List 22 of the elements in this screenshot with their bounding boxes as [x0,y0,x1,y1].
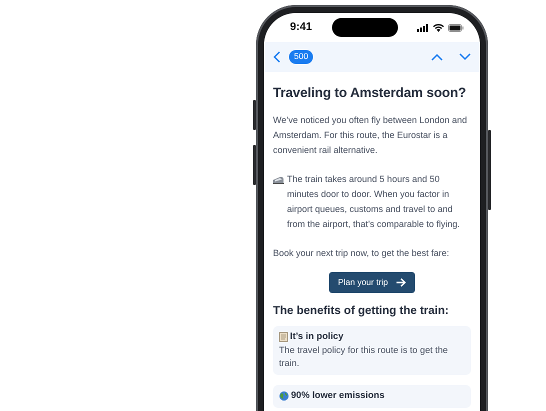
status-time: 9:41 [290,20,312,36]
arrow-right-icon [396,278,406,287]
benefit-text: The travel policy for this route is to get the train. [279,344,449,370]
plan-trip-button[interactable]: Plan your trip [328,272,416,293]
email-title: Traveling to Amsterdam soon? [273,84,468,102]
globe-icon [279,391,291,402]
unread-count: 500 [289,50,314,64]
paragraph: We’ve noticed you often fly between London and Amsterdam. For this route, the Eurostar is a convenient rail alternative. [273,114,468,158]
signal-icon [417,24,429,32]
battery-icon [448,24,464,32]
paragraph: Book your next trip now, to get the best fare: [273,247,450,260]
section-heading: The benefits of getting the train: [273,304,450,319]
back-icon[interactable] [273,51,281,63]
dynamic-island [332,18,398,37]
next-icon[interactable] [459,53,471,61]
benefit-title: It’s in policy [290,330,344,344]
document-icon [279,332,290,342]
benefit-title: 90% lower emissions [291,389,385,402]
train-icon [273,176,287,184]
previous-icon[interactable] [431,53,443,61]
wifi-icon [433,24,444,32]
paragraph: The train takes around 5 hours and 50 minutes door to door. When you factor in airport queues, customs and travel to and from the airport, that’s comparable to flying. [287,173,461,232]
